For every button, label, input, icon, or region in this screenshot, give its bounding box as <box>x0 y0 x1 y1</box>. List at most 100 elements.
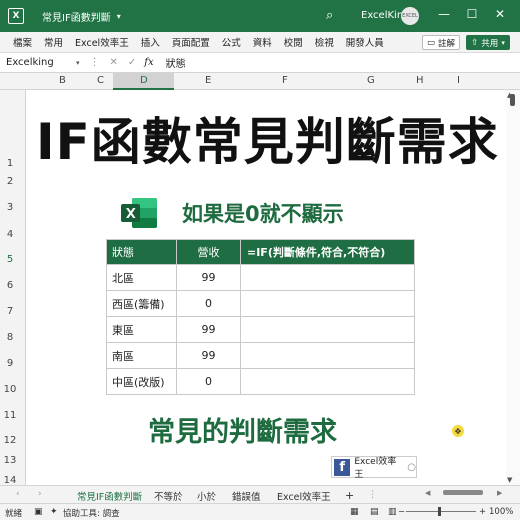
table-cell[interactable]: 西區(籌備) <box>106 290 177 317</box>
table-cell[interactable] <box>240 264 415 291</box>
confirm-icon[interactable]: ✓ <box>128 57 136 68</box>
row-header-5[interactable]: 5 <box>0 254 20 265</box>
tab-file[interactable]: 檔案 <box>13 35 32 49</box>
row-header-8[interactable]: 8 <box>0 332 20 343</box>
table-cell[interactable] <box>240 368 415 395</box>
cursor-highlight-icon: ✥ <box>452 425 464 437</box>
column-header-b[interactable]: B <box>59 75 66 86</box>
table-cell[interactable]: 中區(改版) <box>106 368 177 395</box>
row-header-3[interactable]: 3 <box>0 202 20 213</box>
name-box[interactable]: Excelking <box>0 57 76 68</box>
table-header-formula[interactable]: =IF(判斷條件,符合,不符合) <box>240 239 415 265</box>
column-header-i[interactable]: I <box>457 75 460 86</box>
row-header-10[interactable]: 10 <box>0 384 20 395</box>
more-icon[interactable]: ⋮ <box>368 489 378 500</box>
tab-insert[interactable]: 插入 <box>141 35 160 49</box>
table-cell[interactable]: 東區 <box>106 316 177 343</box>
row-header-2[interactable]: 2 <box>0 176 20 187</box>
zoom-out-icon[interactable]: − <box>398 507 405 517</box>
comment-label: 註解 <box>438 38 456 49</box>
accessibility-status[interactable]: 協助工具: 調查 <box>63 507 120 519</box>
normal-view-icon[interactable]: ▦ <box>350 507 359 517</box>
sheet-tab-excel-efficiency[interactable]: Excel效率王 <box>277 489 331 503</box>
tab-developer[interactable]: 開發人員 <box>346 35 384 49</box>
search-icon[interactable]: ⌕ <box>326 8 333 23</box>
row-header-11[interactable]: 11 <box>0 410 20 421</box>
zoom-slider[interactable] <box>406 511 476 512</box>
row-header-9[interactable]: 9 <box>0 358 20 369</box>
table-row: 南區 99 <box>106 342 415 369</box>
scroll-down-icon[interactable]: ▼ <box>507 476 512 484</box>
sheet-tab-not-equal[interactable]: 不等於 <box>154 489 183 503</box>
tab-review[interactable]: 校閱 <box>284 35 303 49</box>
zoom-level[interactable]: 100% <box>489 507 513 517</box>
chevron-down-icon[interactable]: ▾ <box>76 59 80 67</box>
row-header-13[interactable]: 13 <box>0 455 20 466</box>
table-cell[interactable]: 0 <box>176 368 241 395</box>
sheet-tab-error-value[interactable]: 錯誤值 <box>232 489 261 503</box>
column-header-g[interactable]: G <box>367 75 375 86</box>
table-row: 北區 99 <box>106 264 415 291</box>
close-button[interactable]: ✕ <box>491 7 509 21</box>
scroll-left-icon[interactable]: ◀ <box>425 489 430 497</box>
restore-button[interactable]: ☐ <box>463 7 481 21</box>
table-cell[interactable] <box>240 342 415 369</box>
column-header-c[interactable]: C <box>97 75 104 86</box>
insert-function-button[interactable]: fx <box>144 57 153 68</box>
table-cell[interactable] <box>240 290 415 317</box>
tab-page-layout[interactable]: 頁面配置 <box>172 35 210 49</box>
column-header: B C D E F G H I <box>0 73 520 90</box>
comment-button[interactable]: ▭ 註解 <box>422 35 460 50</box>
row-header-7[interactable]: 7 <box>0 306 20 317</box>
table-row: 西區(籌備) 0 <box>106 290 415 317</box>
page-layout-view-icon[interactable]: ▤ <box>370 507 379 517</box>
add-sheet-button[interactable]: + <box>345 489 354 502</box>
tab-home[interactable]: 常用 <box>44 35 63 49</box>
row-header-6[interactable]: 6 <box>0 280 20 291</box>
facebook-badge[interactable]: f Excel效率王 ○ <box>331 456 417 480</box>
row-header-4[interactable]: 4 <box>0 229 20 240</box>
horizontal-scroll-thumb[interactable] <box>443 490 483 495</box>
dots-icon: ⋮ <box>89 57 100 68</box>
formula-input[interactable]: 狀態 <box>166 55 186 70</box>
scroll-right-icon[interactable]: ▶ <box>497 489 502 497</box>
table-cell[interactable]: 0 <box>176 290 241 317</box>
row-header-12[interactable]: 12 <box>0 435 20 446</box>
column-header-d[interactable]: D <box>140 75 148 86</box>
table-cell[interactable]: 99 <box>176 342 241 369</box>
vertical-scrollbar[interactable] <box>506 90 520 485</box>
minimize-button[interactable]: — <box>435 7 453 21</box>
sheet-tab-less-than[interactable]: 小於 <box>197 489 216 503</box>
table-cell[interactable]: 南區 <box>106 342 177 369</box>
table-header-status[interactable]: 狀態 <box>106 239 177 265</box>
column-header-f[interactable]: F <box>282 75 288 86</box>
search-icon: ○ <box>407 461 416 473</box>
document-title[interactable]: 常見IF函數判斷 <box>42 9 111 24</box>
cancel-icon[interactable]: ✕ <box>110 57 118 68</box>
table-cell[interactable]: 99 <box>176 316 241 343</box>
tab-view[interactable]: 檢視 <box>315 35 334 49</box>
avatar[interactable]: EXCEL <box>401 7 419 25</box>
table-cell[interactable] <box>240 316 415 343</box>
formula-bar: Excelking ▾ ⋮ ✕ ✓ fx 狀態 <box>0 53 520 73</box>
prev-sheet-icon[interactable]: ‹ <box>16 489 20 499</box>
tab-data[interactable]: 資料 <box>253 35 272 49</box>
macro-icon[interactable]: ▣ <box>34 507 43 517</box>
chevron-down-icon[interactable]: ▾ <box>117 12 121 21</box>
next-sheet-icon[interactable]: › <box>38 489 42 499</box>
table-header-revenue[interactable]: 營收 <box>176 239 241 265</box>
accessibility-icon[interactable]: ✦ <box>50 507 58 517</box>
row-header-1[interactable]: 1 <box>0 158 20 169</box>
column-header-e[interactable]: E <box>205 75 211 86</box>
table-cell[interactable]: 北區 <box>106 264 177 291</box>
zoom-in-icon[interactable]: + <box>479 507 486 517</box>
tab-excel-efficiency[interactable]: Excel效率王 <box>75 35 129 49</box>
tab-formulas[interactable]: 公式 <box>222 35 241 49</box>
table-cell[interactable]: 99 <box>176 264 241 291</box>
page-break-view-icon[interactable]: ▥ <box>388 507 397 517</box>
vertical-scroll-thumb[interactable] <box>510 94 515 106</box>
zoom-slider-thumb[interactable] <box>438 507 441 516</box>
column-header-h[interactable]: H <box>416 75 424 86</box>
share-button[interactable]: ⇧ 共用 ▾ <box>466 35 510 50</box>
sheet-subtitle: 如果是0就不顯示 <box>182 202 344 226</box>
